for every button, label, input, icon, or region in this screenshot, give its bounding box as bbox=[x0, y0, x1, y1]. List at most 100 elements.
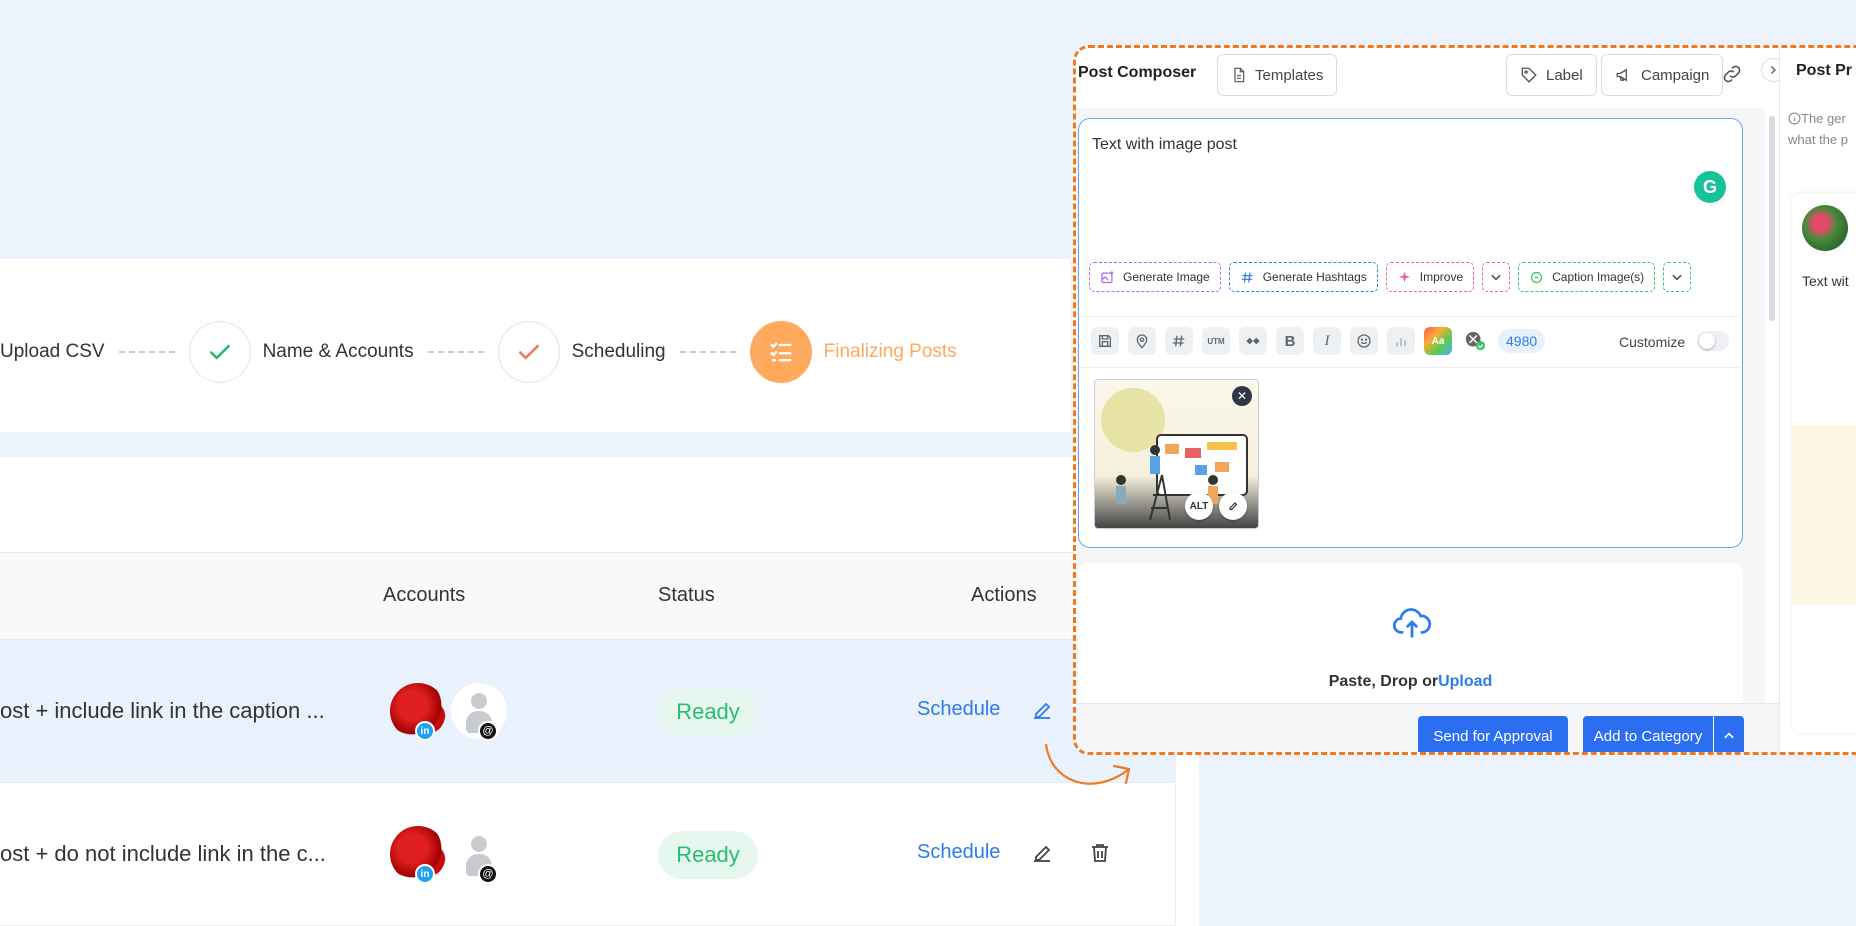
link-icon[interactable] bbox=[1721, 63, 1743, 90]
post-name: ost + do not include link in the c... bbox=[0, 841, 326, 866]
utm-button[interactable]: UTM bbox=[1202, 327, 1230, 355]
edit-icon[interactable] bbox=[1030, 841, 1054, 870]
scrollbar[interactable] bbox=[1769, 116, 1775, 321]
hashtag-sparkle-icon bbox=[1241, 271, 1253, 283]
caption-images-button[interactable]: Caption Image(s) bbox=[1518, 262, 1656, 292]
caption-icon bbox=[1531, 271, 1543, 283]
avatar bbox=[1802, 205, 1848, 251]
chevron-down-icon[interactable] bbox=[1663, 262, 1692, 292]
hashtag-icon[interactable] bbox=[1165, 327, 1193, 355]
table-toolbar-area bbox=[0, 457, 1175, 552]
preview-post-text: Text wit bbox=[1802, 273, 1849, 289]
trash-icon[interactable] bbox=[1088, 841, 1112, 870]
table-row[interactable]: ost + do not include link in the c... in… bbox=[0, 783, 1175, 926]
step-name-accounts[interactable]: Name & Accounts bbox=[263, 341, 414, 363]
post-name: ost + include link in the caption ... bbox=[0, 698, 325, 723]
progress-stepper: Upload CSV Name & Accounts Scheduling Fi… bbox=[0, 259, 1070, 432]
section-gap bbox=[0, 432, 1070, 457]
grammarly-icon[interactable]: G bbox=[1694, 171, 1726, 203]
threads-icon: @ bbox=[478, 864, 498, 884]
save-icon[interactable] bbox=[1091, 327, 1119, 355]
send-for-approval-button[interactable]: Send for Approval bbox=[1418, 716, 1568, 752]
composer-header: Post Composer Templates Label Campaign bbox=[1076, 48, 1776, 108]
megaphone-icon bbox=[1616, 68, 1627, 82]
image-sparkle-icon bbox=[1101, 270, 1114, 283]
preview-info-line1: The ger bbox=[1801, 111, 1846, 126]
italic-button[interactable]: I bbox=[1313, 327, 1341, 355]
tag-icon bbox=[1521, 67, 1537, 83]
preview-info-line2: what the p bbox=[1788, 132, 1848, 147]
posts-table: Accounts Status Actions ost + include li… bbox=[0, 552, 1175, 926]
step-finalizing-posts[interactable]: Finalizing Posts bbox=[824, 341, 957, 363]
edit-icon[interactable] bbox=[1030, 698, 1054, 727]
generate-hashtags-label: Generate Hashtags bbox=[1262, 270, 1367, 284]
header-accounts: Accounts bbox=[383, 584, 466, 606]
threads-icon: @ bbox=[478, 721, 498, 741]
chart-icon[interactable] bbox=[1387, 327, 1415, 355]
bold-button[interactable]: B bbox=[1276, 327, 1304, 355]
header-status: Status bbox=[658, 584, 715, 606]
composer-body: Text with image post G Generate Image Ge… bbox=[1076, 108, 1779, 752]
table-row[interactable]: ost + include link in the caption ... in… bbox=[0, 640, 1175, 783]
generate-image-button[interactable]: Generate Image bbox=[1089, 262, 1221, 292]
composer-title: Post Composer bbox=[1078, 64, 1197, 81]
x-account-icon[interactable] bbox=[1461, 327, 1489, 355]
attached-image-thumbnail[interactable]: ✕ ALT bbox=[1094, 379, 1259, 529]
step-connector bbox=[118, 351, 175, 353]
templates-button[interactable]: Templates bbox=[1217, 54, 1338, 96]
preview-title: Post Pr bbox=[1796, 62, 1853, 79]
table-header: Accounts Status Actions bbox=[0, 552, 1175, 640]
info-icon bbox=[1788, 112, 1801, 125]
step-scheduling[interactable]: Scheduling bbox=[572, 341, 666, 363]
status-badge: Ready bbox=[658, 831, 758, 879]
customize-toggle[interactable] bbox=[1697, 331, 1729, 351]
schedule-link[interactable]: Schedule bbox=[917, 841, 1000, 864]
generate-image-label: Generate Image bbox=[1123, 270, 1210, 284]
character-count: 4980 bbox=[1498, 329, 1546, 353]
step-connector bbox=[427, 351, 484, 353]
link-shortener-icon[interactable] bbox=[1239, 327, 1267, 355]
templates-label: Templates bbox=[1255, 66, 1324, 84]
upload-link[interactable]: Upload bbox=[1438, 673, 1492, 690]
post-editor[interactable]: Text with image post G Generate Image Ge… bbox=[1078, 118, 1743, 548]
improve-button[interactable]: Improve bbox=[1385, 262, 1475, 292]
add-to-category-button[interactable]: Add to Category bbox=[1583, 716, 1713, 752]
ai-actions: Generate Image Generate Hashtags Improve… bbox=[1089, 262, 1692, 292]
header-actions: Actions bbox=[971, 584, 1037, 606]
document-icon bbox=[1234, 67, 1245, 83]
improve-label: Improve bbox=[1419, 270, 1464, 284]
generate-hashtags-button[interactable]: Generate Hashtags bbox=[1228, 262, 1378, 292]
upload-instructions: Paste, Drop orUpload bbox=[1078, 673, 1743, 691]
font-style-button[interactable]: Aa bbox=[1424, 327, 1452, 355]
location-icon[interactable] bbox=[1128, 327, 1156, 355]
campaign-label: Campaign bbox=[1641, 66, 1710, 84]
linkedin-icon: in bbox=[415, 721, 435, 741]
campaign-button[interactable]: Campaign bbox=[1601, 54, 1724, 96]
label-label: Label bbox=[1546, 66, 1583, 84]
edit-image-icon[interactable] bbox=[1219, 492, 1247, 520]
label-button[interactable]: Label bbox=[1506, 54, 1597, 96]
post-composer-panel: Post Composer Templates Label Campaign T… bbox=[1073, 45, 1856, 755]
post-text[interactable]: Text with image post bbox=[1092, 136, 1237, 154]
check-icon[interactable] bbox=[188, 321, 251, 383]
alt-text-button[interactable]: ALT bbox=[1185, 492, 1213, 520]
remove-image-icon[interactable]: ✕ bbox=[1232, 386, 1252, 406]
emoji-icon[interactable] bbox=[1350, 327, 1378, 355]
check-icon[interactable] bbox=[497, 321, 560, 383]
caption-images-label: Caption Image(s) bbox=[1552, 270, 1645, 284]
chevron-down-icon[interactable] bbox=[1482, 262, 1511, 292]
preview-info: The ger what the p bbox=[1788, 108, 1848, 150]
composer-footer: Send for Approval Add to Category bbox=[1076, 703, 1779, 752]
cloud-upload-icon bbox=[1392, 608, 1432, 638]
status-badge: Ready bbox=[658, 688, 758, 736]
upload-text: Paste, Drop or bbox=[1328, 673, 1439, 690]
schedule-link[interactable]: Schedule bbox=[917, 698, 1000, 721]
preview-card: Text wit bbox=[1792, 193, 1856, 733]
preview-image bbox=[1792, 425, 1856, 605]
chevron-up-icon[interactable] bbox=[1714, 716, 1744, 752]
sparkle-icon bbox=[1398, 270, 1410, 282]
customize-label: Customize bbox=[1619, 334, 1686, 350]
linkedin-icon: in bbox=[415, 864, 435, 884]
checklist-icon[interactable] bbox=[749, 321, 812, 383]
step-upload-csv[interactable]: Upload CSV bbox=[0, 341, 105, 363]
